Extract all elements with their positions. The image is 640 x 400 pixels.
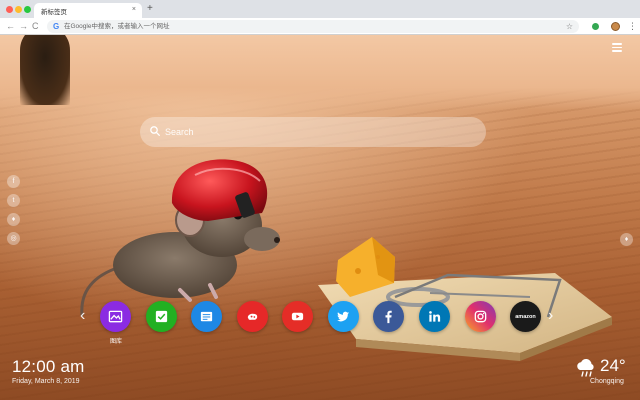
new-tab-page: f t ♦ ◎ ♦ ‹ › 图库 [0, 35, 640, 400]
close-window-button[interactable] [6, 6, 13, 13]
fire-icon[interactable]: ♦ [7, 213, 20, 226]
browser-menu-button[interactable]: ⋮ [628, 20, 637, 33]
bookmark-star-icon[interactable]: ☆ [566, 20, 573, 33]
gallery-link-label: 图库 [109, 339, 122, 345]
chat-icon[interactable]: ◎ [7, 232, 20, 245]
youtube-link[interactable] [282, 301, 313, 332]
menu-icon[interactable] [612, 43, 622, 52]
google-icon: G [53, 22, 60, 31]
browser-tab[interactable]: 新标签页 × [34, 3, 142, 18]
prev-links-arrow[interactable]: ‹ [80, 306, 85, 326]
game-link[interactable] [237, 301, 268, 332]
address-bar[interactable]: G 在Google中搜索，或者输入一个网址 ☆ [47, 20, 579, 33]
linkedin-icon [429, 311, 441, 322]
instagram-link[interactable] [465, 301, 496, 332]
weather-temperature: 24° [600, 356, 626, 375]
browser-toolbar: ← → C G 在Google中搜索，或者输入一个网址 ☆ ⋮ [0, 18, 640, 35]
check-icon [155, 310, 168, 323]
notes-link[interactable] [191, 301, 222, 332]
gamepad-icon [247, 313, 258, 320]
minimize-window-button[interactable] [15, 6, 22, 13]
image-icon [108, 310, 123, 323]
facebook-icon[interactable]: f [7, 175, 20, 188]
check-link[interactable] [146, 301, 177, 332]
background-scene [80, 159, 612, 361]
forward-button[interactable]: → [19, 20, 28, 33]
search-input[interactable] [165, 117, 465, 147]
clock-date: Friday, March 8, 2019 [12, 378, 80, 385]
facebook-icon [385, 310, 392, 324]
maximize-window-button[interactable] [24, 6, 31, 13]
instagram-icon [474, 310, 487, 323]
tab-close-icon[interactable]: × [132, 5, 136, 15]
next-links-arrow[interactable]: › [548, 306, 553, 326]
tab-title: 新标签页 [41, 9, 67, 16]
cloud-rain-icon [577, 358, 594, 377]
amazon-icon: amazon [515, 313, 536, 320]
tab-bar: 新标签页 × + [0, 0, 640, 18]
search-bar[interactable] [140, 117, 486, 147]
note-icon [200, 311, 213, 322]
linkedin-link[interactable] [419, 301, 450, 332]
clock-time: 12:00 am [12, 357, 85, 376]
facebook-link[interactable] [373, 301, 404, 332]
weather-city: Chongqing [590, 378, 624, 385]
extension-icon[interactable] [592, 23, 599, 30]
twitter-icon[interactable]: t [7, 194, 20, 207]
amazon-link[interactable]: amazon [510, 301, 541, 332]
new-tab-button[interactable]: + [147, 3, 153, 15]
search-icon [150, 126, 160, 136]
reload-button[interactable]: C [32, 20, 39, 33]
gallery-link[interactable] [100, 301, 131, 332]
mouse-nose [274, 237, 280, 243]
profile-avatar[interactable] [611, 22, 620, 31]
back-button[interactable]: ← [6, 20, 15, 33]
info-icon[interactable]: ♦ [620, 233, 633, 246]
twitter-link[interactable] [328, 301, 359, 332]
youtube-icon [291, 312, 304, 321]
address-bar-placeholder: 在Google中搜索，或者输入一个网址 [64, 23, 170, 30]
twitter-icon [337, 311, 350, 322]
